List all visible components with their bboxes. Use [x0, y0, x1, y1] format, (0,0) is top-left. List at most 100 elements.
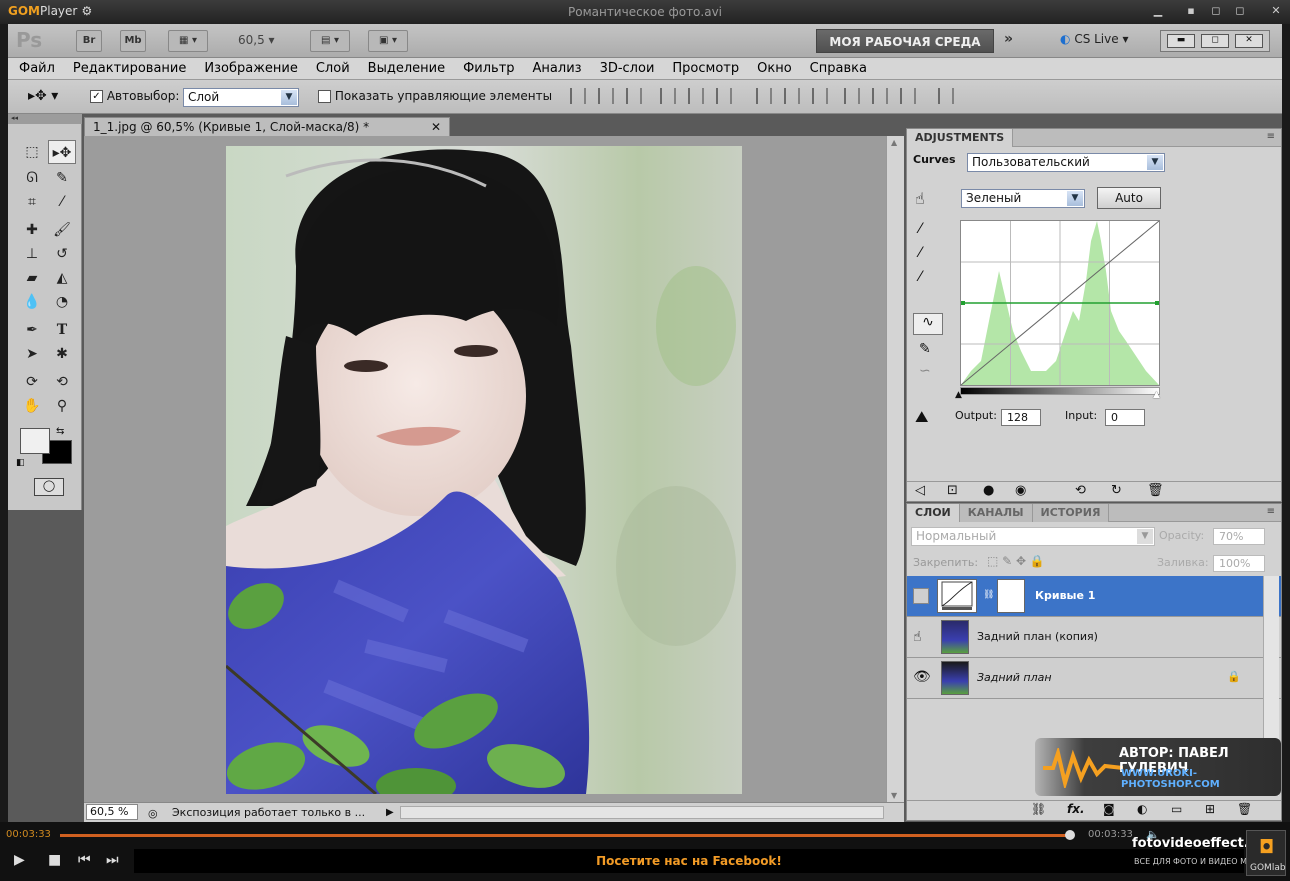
adjustment-layer-icon[interactable]: ◐	[1137, 802, 1147, 816]
black-point-eyedropper-icon[interactable]: ⁄	[919, 221, 921, 237]
facebook-banner[interactable]: Посетите нас на Facebook!	[134, 849, 1244, 873]
ps-restore-button[interactable]: ◻	[1201, 34, 1229, 48]
vertical-scrollbar[interactable]: ▲ ▼	[886, 136, 904, 802]
paint-bucket-tool-icon[interactable]: ◭	[48, 266, 76, 290]
layer-name[interactable]: Кривые 1	[1035, 589, 1095, 602]
distribute-top-icon[interactable]	[756, 88, 772, 104]
hand-cursor-icon[interactable]: ☝	[913, 629, 922, 645]
brush-tool-icon[interactable]: 🖌	[48, 218, 76, 242]
align-right-icon[interactable]	[716, 88, 732, 104]
menu-view[interactable]: Просмотр	[663, 58, 748, 79]
toolbox-collapse-icon[interactable]: ◂◂	[8, 114, 82, 124]
clip-to-layer-icon[interactable]: ●	[983, 483, 994, 498]
new-group-icon[interactable]: ▭	[1171, 802, 1182, 816]
pen-tool-icon[interactable]: ✒	[18, 318, 46, 342]
move-tool-icon[interactable]: ▸✥	[48, 140, 76, 164]
eyedropper-tool-icon[interactable]: ⁄	[48, 190, 76, 214]
menu-edit[interactable]: Редактирование	[64, 58, 195, 79]
history-brush-tool-icon[interactable]: ↺	[48, 242, 76, 266]
foreground-color-swatch[interactable]	[20, 428, 50, 454]
toggle-visibility-eye-icon[interactable]: ◉	[1015, 483, 1026, 498]
layer-name[interactable]: Задний план (копия)	[977, 630, 1098, 643]
curve-point-tool-icon[interactable]: ∿	[913, 313, 943, 335]
autoselect-dropdown[interactable]: Слой ▼	[183, 88, 299, 107]
menu-select[interactable]: Выделение	[359, 58, 454, 79]
workspace-button[interactable]: МОЯ РАБОЧАЯ СРЕДА	[816, 29, 994, 53]
document-photo[interactable]	[226, 146, 742, 794]
autoselect-checkbox[interactable]: ✓ Автовыбор:	[90, 89, 179, 103]
more-workspaces-icon[interactable]: »	[1004, 31, 1013, 47]
ps-minimize-button[interactable]: ▬	[1167, 34, 1195, 48]
black-slider-icon[interactable]: ▲	[955, 390, 962, 400]
fill-field[interactable]: 100%	[1213, 555, 1265, 572]
horizontal-scrollbar[interactable]	[400, 806, 884, 819]
screen-mode-button[interactable]: ▣ ▾	[368, 30, 408, 52]
play-button[interactable]: ▶	[14, 852, 25, 868]
smooth-curve-icon[interactable]: ∽	[919, 363, 931, 379]
add-mask-icon[interactable]: ◙	[1103, 802, 1115, 816]
menu-image[interactable]: Изображение	[195, 58, 306, 79]
menu-window[interactable]: Окно	[748, 58, 801, 79]
gomlab-badge[interactable]: ◘ GOMlab	[1246, 830, 1286, 876]
delete-layer-icon[interactable]: 🗑	[1237, 802, 1252, 816]
input-field[interactable]: 0	[1105, 409, 1145, 426]
chain-link-icon[interactable]: ⛓	[983, 590, 994, 600]
layer-name[interactable]: Задний план	[977, 671, 1052, 684]
clipping-display-icon[interactable]: ⛰	[915, 407, 928, 427]
align-bottom-icon[interactable]	[626, 88, 642, 104]
zoom-level-dropdown[interactable]: 60,5 ▾	[238, 33, 275, 47]
align-hcenter-icon[interactable]	[688, 88, 704, 104]
expand-view-icon[interactable]: ⊡	[947, 483, 958, 498]
bridge-button[interactable]: Br	[76, 30, 102, 52]
healing-brush-tool-icon[interactable]: ✚	[18, 218, 46, 242]
auto-align-icon[interactable]	[938, 88, 954, 104]
minimize-icon[interactable]: ▪	[1183, 4, 1199, 18]
close-icon[interactable]: ✕	[1268, 4, 1284, 18]
layer-row-curves[interactable]: ⛓ Кривые 1	[907, 576, 1281, 617]
restore-icon[interactable]: ◻	[1208, 4, 1224, 18]
marquee-tool-icon[interactable]: ⬚	[18, 140, 46, 164]
white-point-eyedropper-icon[interactable]: ⁄	[919, 269, 921, 285]
show-transform-controls-checkbox[interactable]: Показать управляющие элементы	[318, 89, 552, 103]
delete-adjustment-icon[interactable]: 🗑	[1147, 483, 1164, 498]
ps-close-button[interactable]: ✕	[1235, 34, 1263, 48]
layer-row-background[interactable]: 👁 Задний план 🔒	[907, 658, 1281, 699]
default-colors-icon[interactable]: ◧	[16, 458, 25, 468]
document-tab[interactable]: 1_1.jpg @ 60,5% (Кривые 1, Слой-маска/8)…	[84, 117, 450, 136]
distribute-vcenter-icon[interactable]	[784, 88, 800, 104]
layer-row-background-copy[interactable]: ☝ Задний план (копия)	[907, 617, 1281, 658]
type-tool-icon[interactable]: T	[48, 318, 76, 342]
return-to-list-icon[interactable]: ◁	[915, 483, 925, 498]
distribute-bottom-icon[interactable]	[812, 88, 828, 104]
curves-preset-dropdown[interactable]: Пользовательский ▼	[967, 153, 1165, 172]
distribute-hcenter-icon[interactable]	[872, 88, 888, 104]
move-tool-preset-icon[interactable]: ▸✥ ▾	[28, 88, 58, 104]
pencil-draw-icon[interactable]: ✎	[919, 341, 931, 357]
3d-rotate-tool-icon[interactable]: ⟳	[18, 370, 46, 394]
distribute-left-icon[interactable]	[844, 88, 860, 104]
pin-icon[interactable]: ▁	[1150, 4, 1166, 18]
next-button[interactable]: ⏭	[106, 852, 119, 868]
status-preview-icon[interactable]: ◎	[148, 804, 158, 823]
view-extras-button[interactable]: ▦ ▾	[168, 30, 208, 52]
blend-mode-dropdown[interactable]: Нормальный ▼	[911, 527, 1155, 546]
eraser-tool-icon[interactable]: ▰	[18, 266, 46, 290]
link-layers-icon[interactable]: ⛓	[1031, 802, 1046, 816]
white-slider-icon[interactable]: ▲	[1153, 390, 1160, 400]
quick-select-tool-icon[interactable]: ✎	[48, 166, 76, 190]
close-tab-icon[interactable]: ✕	[431, 118, 441, 136]
menu-3d[interactable]: 3D-слои	[591, 58, 664, 79]
tab-adjustments[interactable]: ADJUSTMENTS	[907, 129, 1014, 147]
custom-shape-tool-icon[interactable]: ✱	[48, 342, 76, 366]
auto-button[interactable]: Auto	[1097, 187, 1161, 209]
zoom-status-field[interactable]: 60,5 %	[86, 804, 138, 820]
gray-point-eyedropper-icon[interactable]: ⁄	[919, 245, 921, 261]
reset-icon[interactable]: ↻	[1111, 483, 1122, 498]
seek-bar[interactable]	[60, 834, 1070, 837]
layers-menu-icon[interactable]: ≡	[1267, 506, 1275, 517]
previous-button[interactable]: ⏮	[78, 852, 91, 868]
channel-dropdown[interactable]: Зеленый ▼	[961, 189, 1085, 208]
menu-help[interactable]: Справка	[801, 58, 876, 79]
tab-history[interactable]: ИСТОРИЯ	[1032, 504, 1110, 522]
output-field[interactable]: 128	[1001, 409, 1041, 426]
